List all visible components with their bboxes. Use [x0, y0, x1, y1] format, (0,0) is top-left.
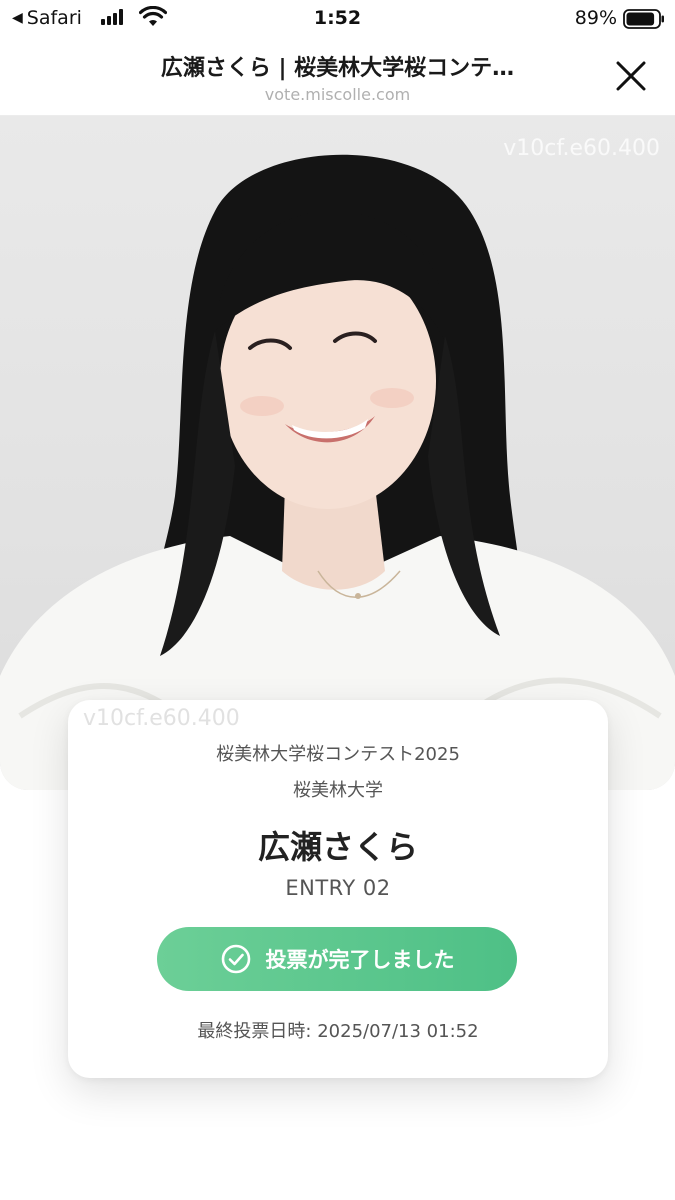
- university-name: 桜美林大学: [293, 780, 383, 801]
- vote-button-label: 投票が完了しました: [265, 948, 455, 972]
- candidate-photo: v10cf.e60.400: [0, 116, 675, 790]
- page-url[interactable]: vote.miscolle.com: [0, 85, 675, 104]
- screen: ◀ Safari 1:52 89% 広瀬さくら | 桜美林大学桜コンテ… vot…: [0, 0, 675, 1200]
- candidate-card: v10cf.e60.400 桜美林大学桜コンテスト2025 桜美林大学 広瀬さく…: [68, 700, 608, 1078]
- close-icon[interactable]: [613, 58, 649, 94]
- portrait-illustration: [0, 154, 675, 790]
- battery-percent: 89%: [574, 7, 617, 29]
- entry-number: ENTRY 02: [285, 876, 391, 900]
- status-bar: ◀ Safari 1:52 89%: [0, 0, 675, 38]
- page-title: 広瀬さくら | 桜美林大学桜コンテ…: [160, 56, 515, 81]
- candidate-name: 広瀬さくら: [257, 828, 418, 866]
- vote-complete-button[interactable]: 投票が完了しました: [157, 927, 517, 991]
- status-time: 1:52: [313, 7, 362, 29]
- battery-icon: [623, 9, 664, 29]
- contest-name: 桜美林大学桜コンテスト2025: [216, 744, 460, 765]
- card-watermark: v10cf.e60.400: [83, 706, 240, 731]
- browser-header: 広瀬さくら | 桜美林大学桜コンテ… vote.miscolle.com: [0, 38, 675, 116]
- last-vote-datetime: 最終投票日時: 2025/07/13 01:52: [197, 1021, 479, 1042]
- check-circle-icon: [221, 944, 250, 974]
- photo-watermark: v10cf.e60.400: [503, 136, 660, 161]
